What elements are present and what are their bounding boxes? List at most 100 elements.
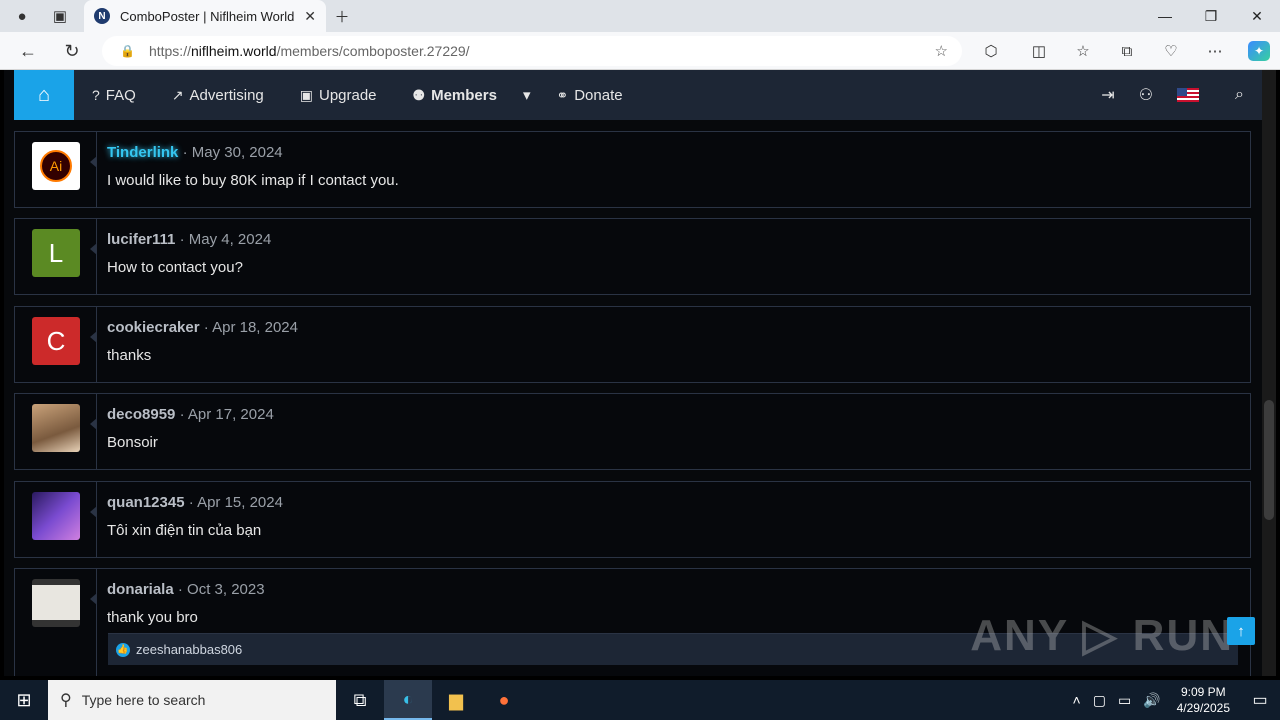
register-icon[interactable]: ⚇ bbox=[1127, 85, 1165, 105]
meta-separator: · bbox=[179, 406, 185, 423]
nav-members-label: Members bbox=[431, 86, 497, 104]
address-toolbar: ← ↻ 🔒 https://niflheim.world/members/com… bbox=[0, 32, 1280, 70]
avatar[interactable] bbox=[32, 404, 80, 452]
home-icon[interactable]: ⌂ bbox=[14, 70, 74, 120]
new-tab-icon[interactable]: ＋ bbox=[332, 6, 352, 26]
url-path: /members/comboposter.27229/ bbox=[276, 43, 470, 59]
avatar[interactable]: C bbox=[32, 317, 80, 365]
favorite-star-icon[interactable]: ☆ bbox=[935, 42, 948, 60]
avatar-initials: Ai bbox=[40, 150, 72, 182]
nav-upgrade-label: Upgrade bbox=[318, 86, 377, 104]
nav-members[interactable]: ⚉ Members bbox=[395, 70, 515, 120]
post-date[interactable]: Apr 18, 2024 bbox=[212, 319, 298, 336]
tray-device-icon[interactable]: ▢ bbox=[1087, 692, 1112, 709]
search-icon[interactable]: ⌕ bbox=[1211, 86, 1262, 104]
post-text: Tôi xin điện tin của bạn bbox=[107, 522, 262, 539]
site-favicon-icon: N bbox=[94, 8, 110, 24]
scrollbar[interactable] bbox=[1262, 70, 1276, 676]
profile-post: C cookiecraker · Apr 18, 2024 thanks bbox=[14, 306, 1251, 383]
meta-separator: · bbox=[179, 231, 185, 248]
task-view-icon[interactable]: ⧉ bbox=[336, 680, 384, 720]
clock-time: 9:09 PM bbox=[1180, 685, 1226, 699]
post-username[interactable]: deco8959 bbox=[107, 406, 175, 423]
members-dropdown-icon[interactable]: ▾ bbox=[515, 70, 539, 120]
handshake-icon: ⚭ bbox=[556, 86, 569, 103]
nav-donate[interactable]: ⚭ Donate bbox=[538, 70, 640, 120]
post-text: I would like to buy 80K imap if I contac… bbox=[107, 172, 399, 189]
tab-actions-icon[interactable]: ▣ bbox=[50, 6, 70, 26]
url-field[interactable]: 🔒 https://niflheim.world/members/combopo… bbox=[102, 36, 962, 66]
browser-tab-bar: ● ▣ N ComboPoster | Niflheim World ✕ ＋ —… bbox=[0, 0, 1280, 32]
split-screen-icon[interactable]: ◫ bbox=[1028, 41, 1050, 61]
login-icon[interactable]: ⇥ bbox=[1089, 85, 1126, 105]
post-date[interactable]: Oct 3, 2023 bbox=[187, 581, 265, 598]
tray-chevron-icon[interactable]: ˄ bbox=[1067, 692, 1087, 708]
gift-icon: ▣ bbox=[299, 86, 313, 103]
notification-icon[interactable]: ▭ bbox=[1240, 690, 1280, 710]
more-menu-icon[interactable]: ⋯ bbox=[1204, 41, 1226, 61]
post-username[interactable]: Tinderlink bbox=[107, 144, 178, 161]
post-username[interactable]: cookiecraker bbox=[107, 319, 200, 336]
post-date[interactable]: May 30, 2024 bbox=[192, 144, 283, 161]
meta-separator: · bbox=[182, 144, 188, 161]
us-flag-icon[interactable] bbox=[1177, 88, 1200, 102]
performance-icon[interactable]: ♡ bbox=[1160, 41, 1182, 61]
meta-separator: · bbox=[188, 494, 194, 511]
avatar[interactable]: Ai bbox=[32, 142, 80, 190]
thumbs-up-icon: 👍 bbox=[116, 642, 130, 657]
profile-icon[interactable]: ● bbox=[12, 6, 32, 26]
meta-separator: · bbox=[177, 581, 183, 598]
post-date[interactable]: Apr 17, 2024 bbox=[188, 406, 274, 423]
refresh-icon[interactable]: ↻ bbox=[60, 40, 84, 62]
post-date[interactable]: Apr 15, 2024 bbox=[197, 494, 283, 511]
collections-icon[interactable]: ⧉ bbox=[1116, 41, 1138, 61]
url-prefix: https:// bbox=[148, 43, 191, 59]
post-text: How to contact you? bbox=[107, 259, 243, 276]
nav-faq[interactable]: ? FAQ bbox=[74, 70, 154, 120]
avatar[interactable] bbox=[32, 492, 80, 540]
post-text: Bonsoir bbox=[107, 434, 158, 451]
post-date[interactable]: May 4, 2024 bbox=[189, 231, 272, 248]
profile-post: deco8959 · Apr 17, 2024 Bonsoir bbox=[14, 393, 1251, 470]
tab-title: ComboPoster | Niflheim World bbox=[120, 8, 295, 24]
post-text: thank you bro bbox=[107, 609, 198, 626]
question-icon: ? bbox=[92, 87, 100, 103]
scroll-to-top-button[interactable]: ↑ bbox=[1227, 617, 1255, 645]
nav-upgrade[interactable]: ▣ Upgrade bbox=[282, 70, 395, 120]
avatar[interactable] bbox=[32, 579, 80, 627]
nav-donate-label: Donate bbox=[574, 86, 623, 104]
watermark-logo: ANY ▷ RUN bbox=[970, 611, 1234, 660]
extensions-icon[interactable]: ⬡ bbox=[980, 41, 1002, 61]
copilot-icon[interactable]: ✦ bbox=[1248, 41, 1270, 61]
post-username[interactable]: quan12345 bbox=[107, 494, 185, 511]
network-icon[interactable]: ▭ bbox=[1112, 692, 1137, 709]
nav-advertising[interactable]: ↗ Advertising bbox=[154, 70, 282, 120]
edge-icon[interactable]: ◐ bbox=[384, 680, 432, 720]
avatar[interactable]: L bbox=[32, 229, 80, 277]
search-icon: ⚲ bbox=[60, 692, 72, 709]
favorites-icon[interactable]: ☆ bbox=[1072, 41, 1094, 61]
file-explorer-icon[interactable]: ▆ bbox=[432, 680, 480, 720]
close-window-icon[interactable]: ✕ bbox=[1234, 4, 1280, 28]
liked-by-user[interactable]: zeeshanabbas806 bbox=[136, 642, 242, 657]
windows-start-icon[interactable]: ⊞ bbox=[0, 680, 48, 720]
scrollbar-thumb[interactable] bbox=[1264, 400, 1274, 520]
volume-icon[interactable]: 🔊 bbox=[1137, 692, 1166, 709]
tab-close-icon[interactable]: ✕ bbox=[304, 8, 316, 25]
post-username[interactable]: donariala bbox=[107, 581, 174, 598]
taskbar-clock[interactable]: 9:09 PM 4/29/2025 bbox=[1167, 684, 1240, 716]
browser-tab[interactable]: N ComboPoster | Niflheim World ✕ bbox=[84, 0, 326, 32]
clock-date: 4/29/2025 bbox=[1176, 701, 1230, 715]
restore-icon[interactable]: ❐ bbox=[1188, 4, 1234, 28]
profile-post: quan12345 · Apr 15, 2024 Tôi xin điện ti… bbox=[14, 481, 1251, 558]
post-username[interactable]: lucifer111 bbox=[107, 231, 175, 248]
back-icon[interactable]: ← bbox=[16, 40, 40, 62]
taskbar-search[interactable]: ⚲ Type here to search bbox=[48, 680, 336, 720]
page-content: ⌂ ? FAQ ↗ Advertising ▣ Upgrade ⚉ Members ▾ … bbox=[4, 70, 1276, 676]
nav-advertising-label: Advertising bbox=[189, 86, 264, 104]
lock-icon: 🔒 bbox=[120, 44, 135, 58]
minimize-icon[interactable]: — bbox=[1142, 4, 1188, 28]
firefox-icon[interactable]: ● bbox=[480, 680, 528, 720]
site-navbar: ⌂ ? FAQ ↗ Advertising ▣ Upgrade ⚉ Members ▾ … bbox=[14, 70, 1262, 120]
nav-faq-label: FAQ bbox=[105, 86, 136, 104]
